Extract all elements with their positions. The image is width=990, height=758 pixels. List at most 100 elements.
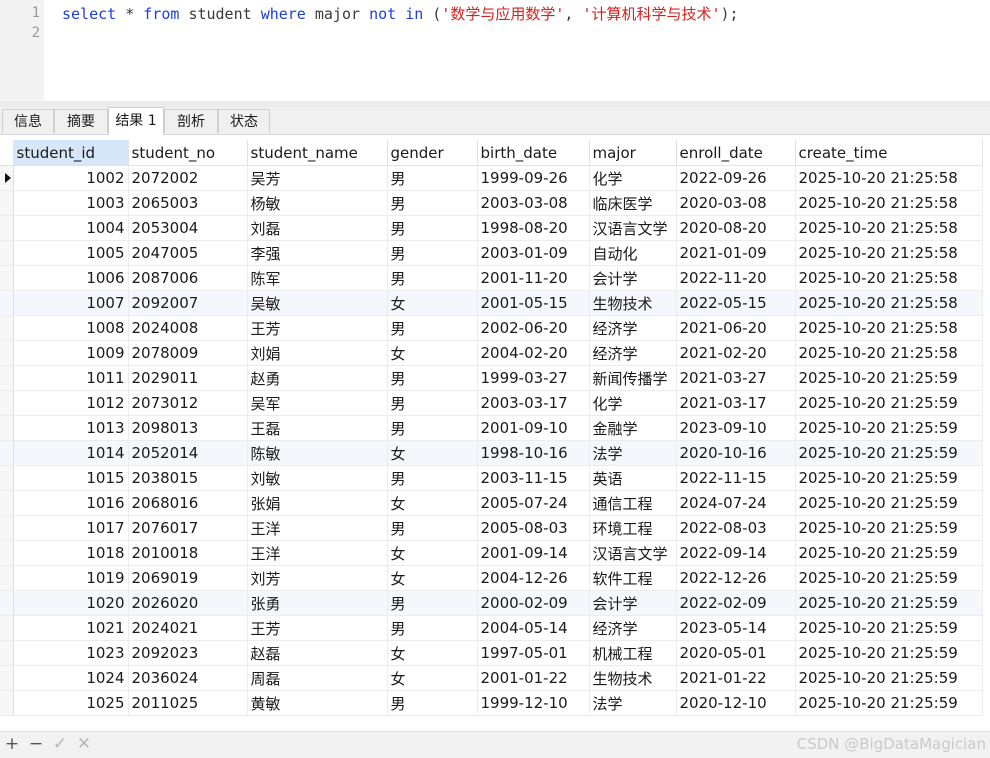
cell-student-id[interactable]: 1004 — [13, 215, 129, 241]
cell-major[interactable]: 会计学 — [589, 265, 677, 291]
cell-student-name[interactable]: 黄敏 — [247, 690, 388, 716]
cell-birth-date[interactable]: 2001-09-10 — [477, 415, 590, 441]
cell-gender[interactable]: 男 — [387, 515, 478, 541]
cell-student-no[interactable]: 2087006 — [128, 265, 248, 291]
cell-student-no[interactable]: 2098013 — [128, 415, 248, 441]
tab-result-1[interactable]: 结果 1 — [108, 107, 164, 135]
cell-student-no[interactable]: 2076017 — [128, 515, 248, 541]
cell-birth-date[interactable]: 2001-05-15 — [477, 290, 590, 316]
column-header-student-name[interactable]: student_name — [247, 140, 388, 166]
cell-create-time[interactable]: 2025-10-20 21:25:58 — [795, 215, 983, 241]
table-row[interactable]: 1007 2092007 吴敏女 2001-05-15 生物技术 2022-05-15 20… — [0, 290, 983, 316]
cell-student-no[interactable]: 2011025 — [128, 690, 248, 716]
cell-student-id[interactable]: 1006 — [13, 265, 129, 291]
cell-student-no[interactable]: 2053004 — [128, 215, 248, 241]
cell-major[interactable]: 环境工程 — [589, 515, 677, 541]
cell-gender[interactable]: 男 — [387, 590, 478, 616]
cell-enroll-date[interactable]: 2020-03-08 — [676, 190, 796, 216]
cell-major[interactable]: 软件工程 — [589, 565, 677, 591]
row-header[interactable] — [0, 415, 14, 441]
row-header[interactable] — [0, 590, 14, 616]
table-row[interactable]: 1014 2052014 陈敏女 1998-10-16 法学 2020-10-16 2025… — [0, 440, 983, 466]
cell-student-id[interactable]: 1008 — [13, 315, 129, 341]
cell-create-time[interactable]: 2025-10-20 21:25:59 — [795, 515, 983, 541]
cell-student-name[interactable]: 赵勇 — [247, 365, 388, 391]
cell-student-name[interactable]: 刘娟 — [247, 340, 388, 366]
cell-student-no[interactable]: 2029011 — [128, 365, 248, 391]
cell-major[interactable]: 化学 — [589, 390, 677, 416]
cell-gender[interactable]: 女 — [387, 290, 478, 316]
cell-birth-date[interactable]: 1999-12-10 — [477, 690, 590, 716]
cell-create-time[interactable]: 2025-10-20 21:25:58 — [795, 240, 983, 266]
cell-student-name[interactable]: 张娟 — [247, 490, 388, 516]
cell-create-time[interactable]: 2025-10-20 21:25:58 — [795, 315, 983, 341]
cell-major[interactable]: 化学 — [589, 165, 677, 191]
cell-student-id[interactable]: 1011 — [13, 365, 129, 391]
cell-gender[interactable]: 男 — [387, 365, 478, 391]
cell-birth-date[interactable]: 2001-01-22 — [477, 665, 590, 691]
cell-gender[interactable]: 女 — [387, 340, 478, 366]
cell-major[interactable]: 自动化 — [589, 240, 677, 266]
cell-student-id[interactable]: 1007 — [13, 290, 129, 316]
cell-student-no[interactable]: 2047005 — [128, 240, 248, 266]
cell-create-time[interactable]: 2025-10-20 21:25:59 — [795, 590, 983, 616]
table-row[interactable]: 1008 2024008 王芳男 2002-06-20 经济学 2021-06-20 202… — [0, 315, 983, 341]
cell-student-id[interactable]: 1009 — [13, 340, 129, 366]
cell-create-time[interactable]: 2025-10-20 21:25:58 — [795, 190, 983, 216]
cell-student-no[interactable]: 2069019 — [128, 565, 248, 591]
cell-major[interactable]: 经济学 — [589, 615, 677, 641]
cell-major[interactable]: 法学 — [589, 440, 677, 466]
cell-major[interactable]: 经济学 — [589, 315, 677, 341]
apply-changes-button[interactable]: ✓ — [50, 734, 70, 754]
cell-enroll-date[interactable]: 2022-05-15 — [676, 290, 796, 316]
table-row[interactable]: 1005 2047005 李强男 2003-01-09 自动化 2021-01-09 202… — [0, 240, 983, 266]
column-header-birth-date[interactable]: birth_date — [477, 140, 590, 166]
cell-birth-date[interactable]: 1997-05-01 — [477, 640, 590, 666]
cell-gender[interactable]: 女 — [387, 490, 478, 516]
cell-enroll-date[interactable]: 2023-09-10 — [676, 415, 796, 441]
cell-gender[interactable]: 男 — [387, 190, 478, 216]
row-header[interactable] — [0, 690, 14, 716]
table-row[interactable]: 1002 2072002 吴芳男 1999-09-26 化学 2022-09-26 2025… — [0, 165, 983, 191]
cell-student-id[interactable]: 1018 — [13, 540, 129, 566]
cell-student-name[interactable]: 王洋 — [247, 540, 388, 566]
table-row[interactable]: 1019 2069019 刘芳女 2004-12-26 软件工程 2022-12-26 20… — [0, 565, 983, 591]
cell-student-no[interactable]: 2073012 — [128, 390, 248, 416]
row-header[interactable] — [0, 215, 14, 241]
cell-major[interactable]: 临床医学 — [589, 190, 677, 216]
row-header[interactable] — [0, 240, 14, 266]
cell-birth-date[interactable]: 1998-10-16 — [477, 440, 590, 466]
cell-gender[interactable]: 男 — [387, 165, 478, 191]
table-row[interactable]: 1021 2024021 王芳男 2004-05-14 经济学 2023-05-14 202… — [0, 615, 983, 641]
cell-enroll-date[interactable]: 2021-02-20 — [676, 340, 796, 366]
cell-enroll-date[interactable]: 2020-12-10 — [676, 690, 796, 716]
cell-create-time[interactable]: 2025-10-20 21:25:59 — [795, 690, 983, 716]
cell-gender[interactable]: 女 — [387, 640, 478, 666]
cell-major[interactable]: 汉语言文学 — [589, 540, 677, 566]
cell-enroll-date[interactable]: 2021-06-20 — [676, 315, 796, 341]
row-header[interactable] — [0, 565, 14, 591]
cell-create-time[interactable]: 2025-10-20 21:25:58 — [795, 340, 983, 366]
cell-major[interactable]: 会计学 — [589, 590, 677, 616]
cell-student-id[interactable]: 1019 — [13, 565, 129, 591]
cell-student-no[interactable]: 2065003 — [128, 190, 248, 216]
cell-major[interactable]: 新闻传播学 — [589, 365, 677, 391]
tab-summary[interactable]: 摘要 — [54, 109, 108, 133]
sql-code-line[interactable]: select * from student where major not in… — [62, 5, 739, 23]
row-header[interactable] — [0, 315, 14, 341]
cell-student-name[interactable]: 赵磊 — [247, 640, 388, 666]
cell-gender[interactable]: 男 — [387, 390, 478, 416]
row-header-corner[interactable] — [0, 140, 14, 166]
cell-birth-date[interactable]: 1999-09-26 — [477, 165, 590, 191]
cell-birth-date[interactable]: 1998-08-20 — [477, 215, 590, 241]
cell-major[interactable]: 法学 — [589, 690, 677, 716]
cell-student-id[interactable]: 1021 — [13, 615, 129, 641]
cell-gender[interactable]: 男 — [387, 215, 478, 241]
cell-enroll-date[interactable]: 2022-12-26 — [676, 565, 796, 591]
cell-create-time[interactable]: 2025-10-20 21:25:59 — [795, 490, 983, 516]
tab-status[interactable]: 状态 — [218, 109, 270, 133]
row-header[interactable] — [0, 265, 14, 291]
row-header[interactable] — [0, 515, 14, 541]
tab-info[interactable]: 信息 — [2, 109, 54, 133]
table-row[interactable]: 1011 2029011 赵勇男 1999-03-27 新闻传播学 2021-03-27 2… — [0, 365, 983, 391]
